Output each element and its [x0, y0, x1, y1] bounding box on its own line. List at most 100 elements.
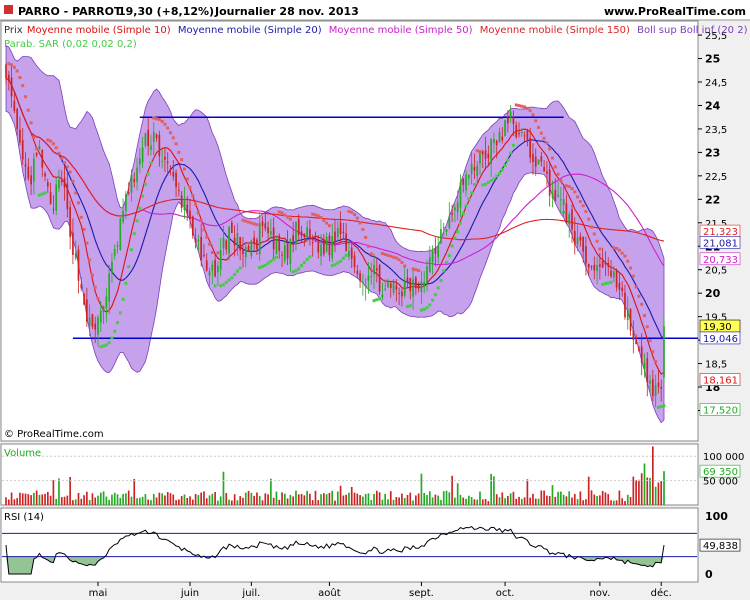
- volume-bar: [314, 490, 317, 505]
- candle-body: [317, 242, 320, 253]
- candle-body: [5, 64, 7, 79]
- volume-bar: [336, 491, 339, 505]
- candle-body: [152, 132, 155, 142]
- volume-bar: [97, 495, 99, 505]
- volume-bar: [618, 490, 621, 505]
- volume-bar: [161, 493, 163, 505]
- stock-chart[interactable]: PARRO - PARROT 19,30 (+8,12%) Journalier…: [0, 0, 750, 600]
- volume-bar: [348, 492, 350, 505]
- candle-body: [86, 299, 88, 322]
- volume-bar: [7, 499, 10, 505]
- rsi-label: RSI (14): [4, 512, 44, 523]
- volume-bar: [253, 495, 255, 505]
- sar-dot: [654, 360, 658, 364]
- candle-body: [534, 156, 537, 167]
- volume-bar: [339, 485, 342, 505]
- volume-bar: [501, 492, 504, 505]
- candle-body: [654, 385, 657, 396]
- candle-body: [465, 174, 467, 191]
- sar-dot: [640, 302, 644, 306]
- volume-bar: [236, 500, 239, 505]
- volume-bar: [19, 492, 21, 505]
- sar-dot: [32, 135, 36, 139]
- sar-dot: [397, 258, 401, 262]
- sar-dot: [266, 261, 270, 265]
- candle-body: [615, 269, 618, 288]
- sar-dot: [537, 125, 541, 129]
- volume-bar: [219, 496, 222, 505]
- volume-bar: [571, 497, 573, 505]
- candle-body: [568, 214, 571, 225]
- candle-body: [228, 226, 230, 254]
- site-link[interactable]: www.ProRealTime.com: [604, 5, 746, 18]
- candle-body: [164, 156, 166, 160]
- candle-body: [507, 117, 509, 124]
- volume-bar: [267, 494, 269, 505]
- sar-dot: [366, 244, 370, 248]
- candle-body: [663, 326, 665, 378]
- sar-dot: [464, 204, 468, 208]
- sar-dot: [316, 214, 320, 218]
- sar-dot: [297, 267, 301, 271]
- volume-bar: [197, 495, 200, 505]
- sar-dot: [620, 251, 624, 255]
- volume-bar: [186, 497, 189, 505]
- candle-body: [180, 195, 183, 208]
- volume-bar: [649, 477, 651, 505]
- candle-body: [632, 329, 635, 341]
- candle-body: [504, 120, 506, 137]
- volume-bar: [445, 490, 448, 505]
- volume-bar: [331, 490, 334, 505]
- volume-bar: [640, 473, 643, 505]
- month-label: nov.: [589, 588, 610, 599]
- volume-bar: [660, 481, 663, 505]
- sar-dot: [606, 281, 610, 285]
- volume-bar: [5, 497, 7, 505]
- chart-period: Journalier 28 nov. 2013: [214, 5, 359, 18]
- volume-bar: [55, 498, 58, 505]
- sar-dot: [74, 191, 78, 195]
- sar-dot: [573, 190, 577, 194]
- candle-body: [348, 251, 350, 257]
- sar-dot: [177, 150, 181, 154]
- candle-body: [604, 262, 607, 265]
- volume-bar: [356, 493, 359, 505]
- sar-dot: [408, 304, 412, 308]
- candle-body: [119, 218, 122, 251]
- sar-dot: [277, 210, 281, 214]
- volume-bar: [94, 497, 97, 505]
- volume-bar: [264, 493, 267, 505]
- sar-dot: [102, 344, 106, 348]
- volume-bar: [384, 493, 387, 505]
- volume-bar: [27, 494, 30, 505]
- volume-bar: [116, 494, 119, 505]
- sar-dot: [520, 104, 524, 108]
- sar-dot: [124, 281, 128, 285]
- candle-body: [264, 223, 267, 229]
- candle-body: [520, 132, 523, 134]
- candle-body: [158, 134, 161, 157]
- sar-dot: [378, 297, 382, 301]
- candle-body: [283, 245, 286, 261]
- candle-body: [189, 210, 191, 219]
- candle-body: [428, 257, 431, 272]
- candle-body: [342, 231, 345, 234]
- volume-bar: [283, 493, 286, 505]
- volume-bar: [370, 500, 373, 505]
- sar-dot: [405, 305, 409, 309]
- candle-body: [44, 173, 46, 177]
- volume-bar: [387, 499, 389, 505]
- sar-dot: [163, 122, 167, 126]
- price-tick-label: 18,5: [705, 360, 727, 371]
- volume-bar: [529, 497, 532, 505]
- volume-bar: [585, 499, 587, 505]
- candle-body: [60, 180, 63, 183]
- volume-bar: [498, 497, 501, 505]
- sar-dot: [336, 261, 340, 265]
- legend-ma150: Moyenne mobile (Simple 150): [480, 25, 630, 36]
- candle-body: [548, 169, 551, 196]
- volume-bar: [122, 493, 124, 505]
- candle-body: [314, 237, 317, 240]
- sar-dot: [584, 209, 588, 213]
- candle-body: [328, 235, 331, 256]
